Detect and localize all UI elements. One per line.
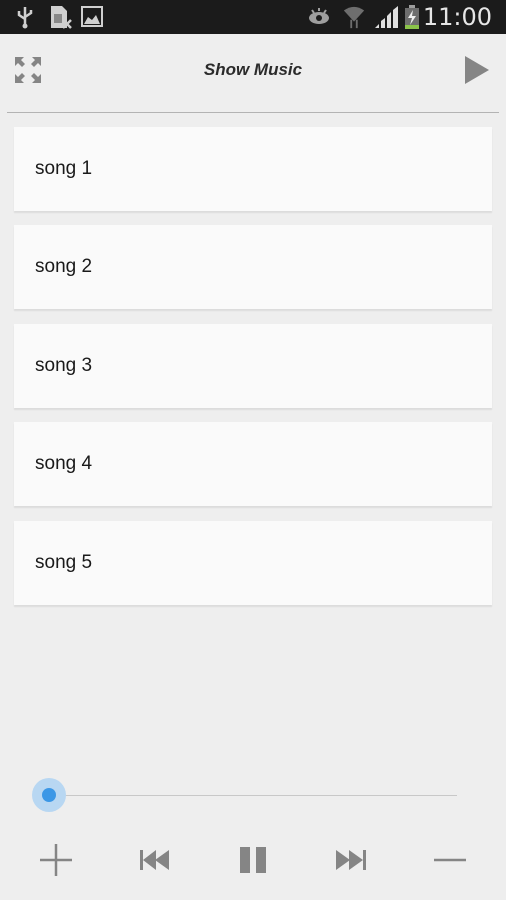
next-icon[interactable] <box>330 838 374 882</box>
song-list-item[interactable]: song 4 <box>14 422 492 506</box>
header-divider <box>7 112 499 113</box>
seek-track[interactable] <box>49 795 457 796</box>
signal-icon <box>375 6 398 28</box>
previous-icon[interactable] <box>133 838 177 882</box>
status-bar: 11:00 <box>0 0 506 34</box>
song-title: song 2 <box>35 256 93 277</box>
page-title: Show Music <box>203 60 303 79</box>
eye-icon <box>309 8 329 24</box>
song-list-item[interactable]: song 1 <box>14 127 492 211</box>
pause-icon[interactable] <box>231 838 275 882</box>
song-list-item[interactable]: song 5 <box>14 521 492 605</box>
song-list-item[interactable]: song 3 <box>14 324 492 408</box>
gallery-icon <box>81 6 103 27</box>
song-list-item[interactable]: song 2 <box>14 225 492 309</box>
song-title: song 5 <box>35 552 93 573</box>
battery-charging-icon <box>405 5 419 29</box>
action-bar: Show Music <box>0 34 506 114</box>
status-clock: 11:00 <box>422 3 492 31</box>
usb-icon <box>17 7 33 29</box>
wifi-icon <box>343 6 365 29</box>
song-title: song 1 <box>35 158 93 179</box>
song-title: song 4 <box>35 453 93 474</box>
remove-icon[interactable] <box>428 838 472 882</box>
seek-thumb[interactable] <box>42 788 56 802</box>
play-icon[interactable] <box>463 54 491 86</box>
song-title: song 3 <box>35 355 93 376</box>
add-icon[interactable] <box>34 838 78 882</box>
sim-error-icon <box>51 6 72 29</box>
